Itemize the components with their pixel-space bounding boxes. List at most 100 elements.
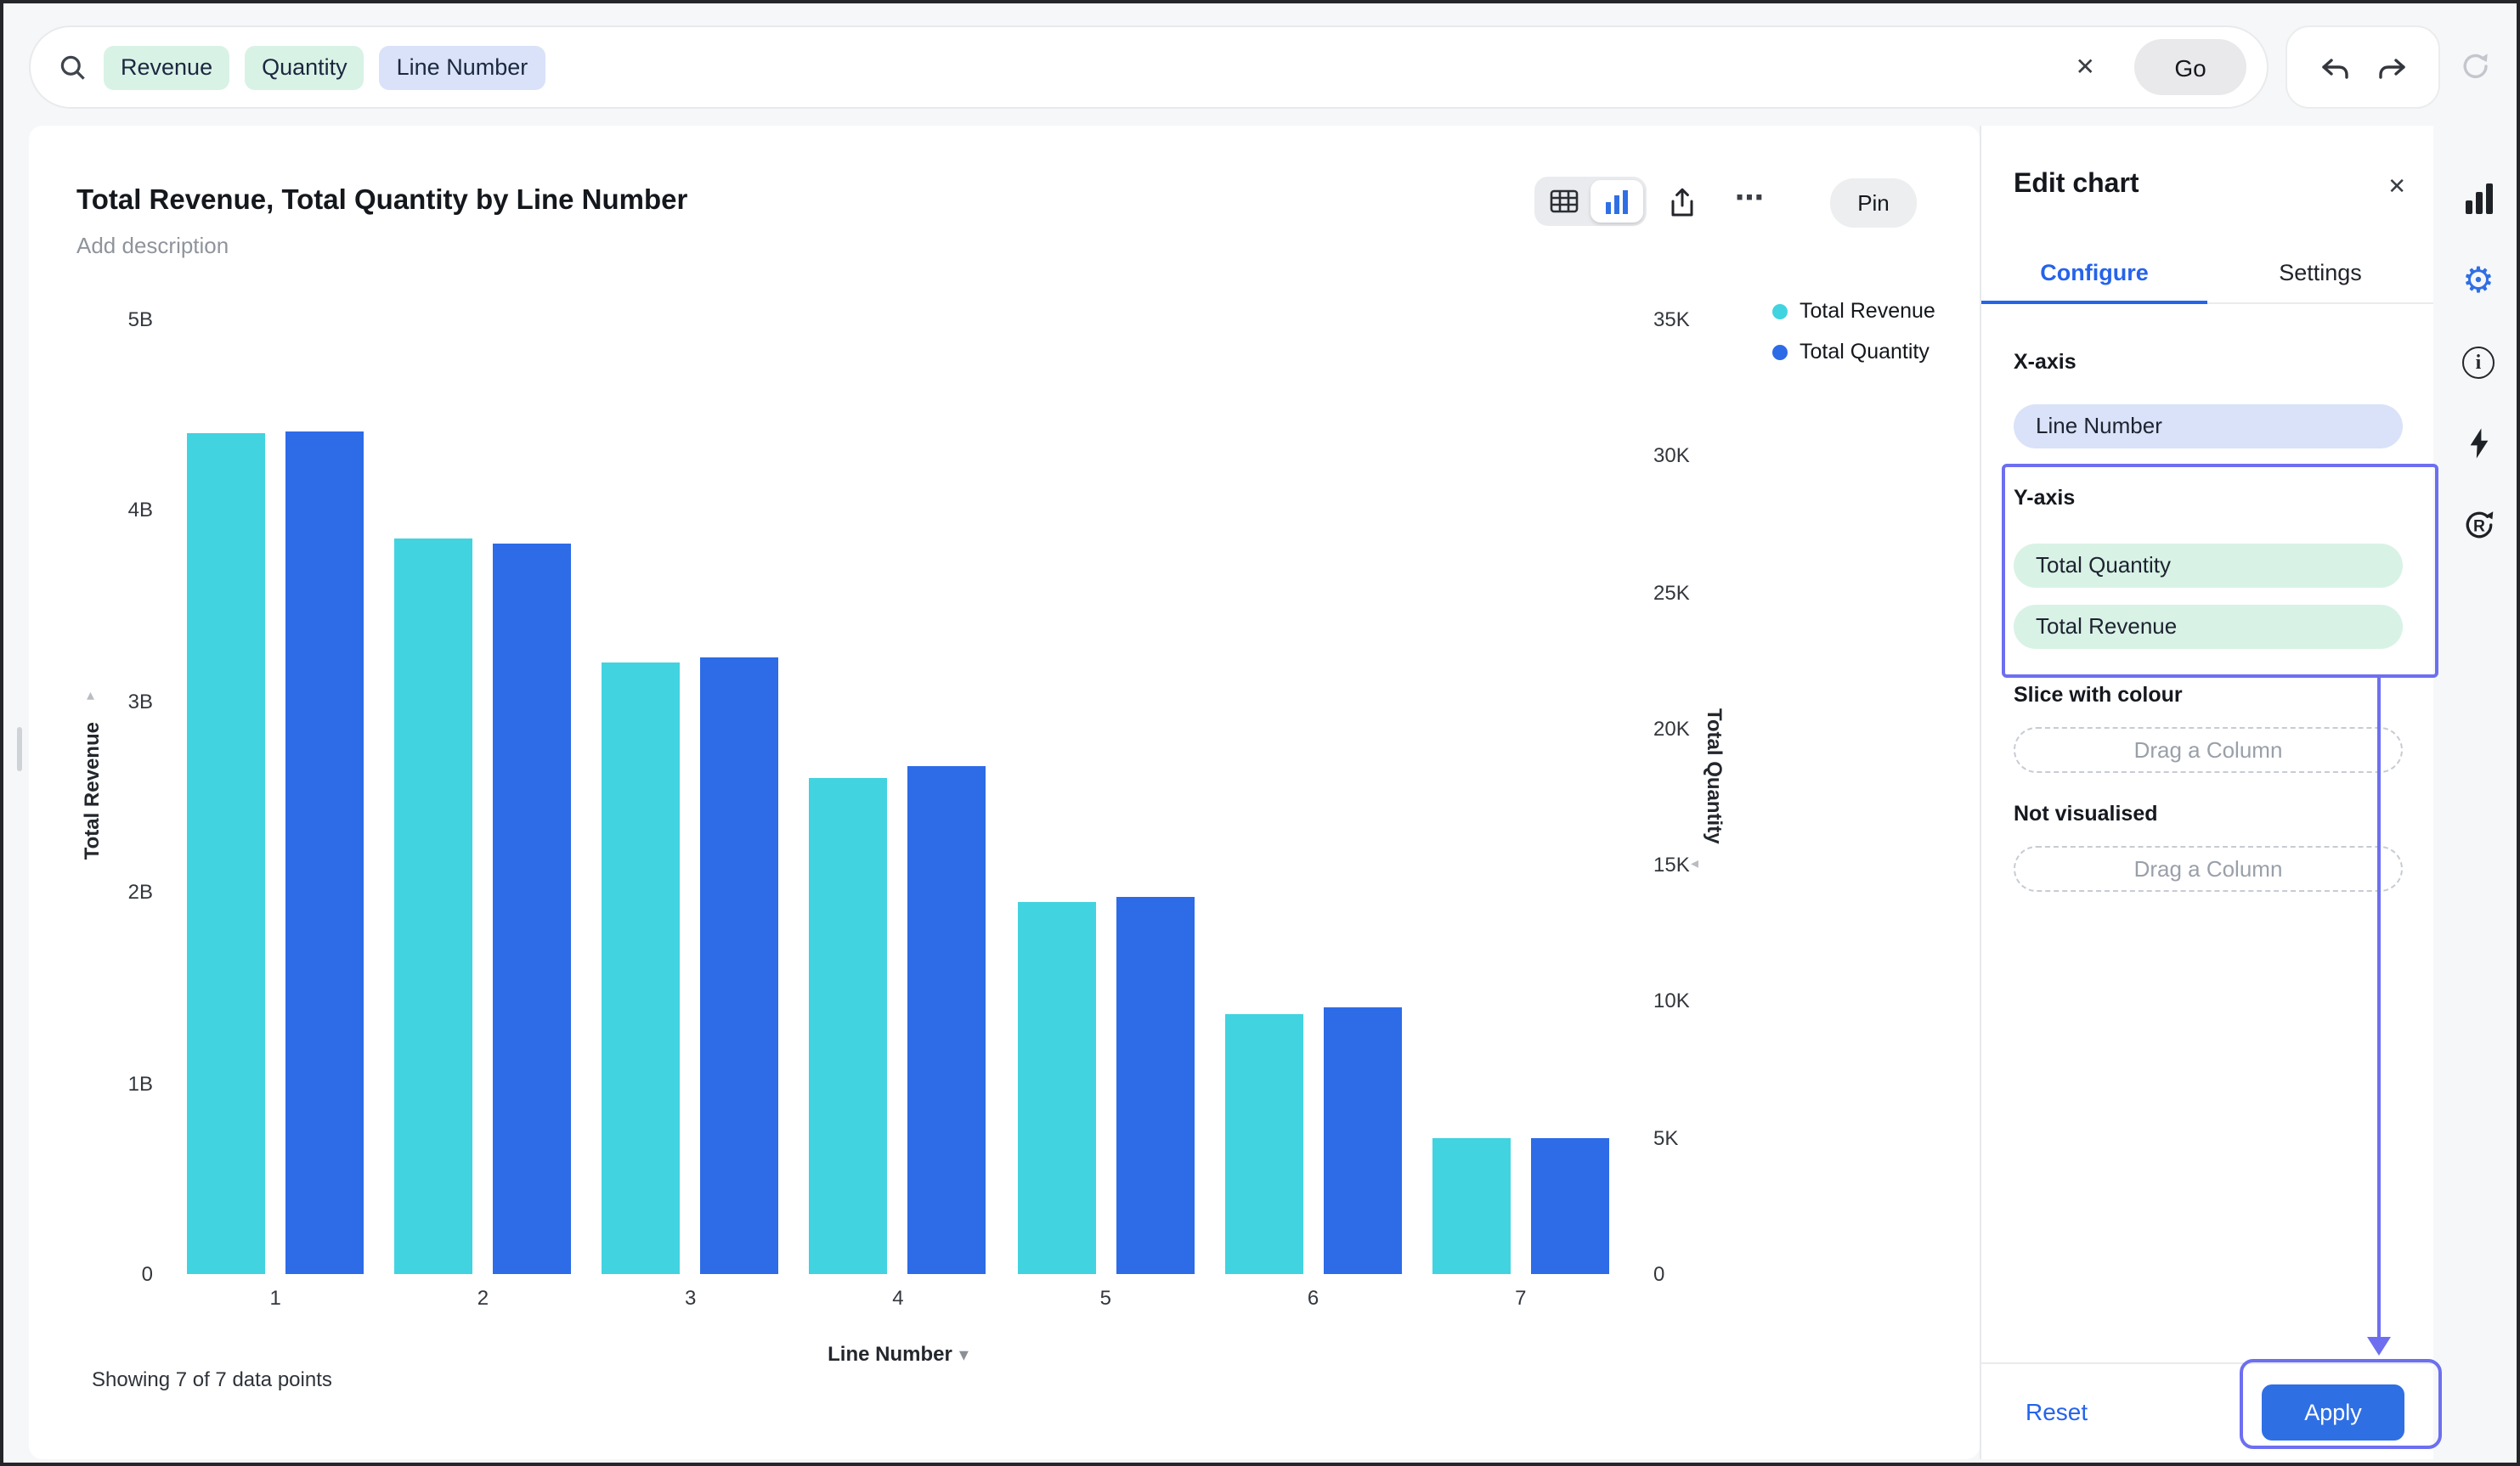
bar-total-revenue[interactable] bbox=[187, 433, 266, 1274]
reset-button[interactable]: Reset bbox=[2026, 1364, 2088, 1461]
x-tick-label: 4 bbox=[892, 1286, 904, 1310]
bar-chart-icon bbox=[1606, 189, 1628, 213]
y-axis-pill-quantity[interactable]: Total Quantity bbox=[2014, 544, 2403, 588]
x-axis-ticks: 1 2 3 4 5 6 7 bbox=[172, 1286, 1624, 1310]
panel-title: Edit chart bbox=[2014, 170, 2139, 199]
bar-total-revenue[interactable] bbox=[394, 538, 473, 1274]
y-tick-label: 15K bbox=[1653, 853, 1690, 877]
bar-group bbox=[587, 319, 794, 1274]
bar-group bbox=[379, 319, 586, 1274]
bar-total-revenue[interactable] bbox=[809, 778, 888, 1274]
y-tick-label: 5K bbox=[1653, 1126, 1679, 1150]
annotation-arrow-head bbox=[2367, 1337, 2391, 1356]
x-tick-label: 3 bbox=[685, 1286, 697, 1310]
x-axis-section-label: X-axis bbox=[2014, 350, 2076, 374]
not-visualised-section-label: Not visualised bbox=[2014, 802, 2158, 826]
clear-search-icon[interactable]: ✕ bbox=[2065, 53, 2105, 82]
y-tick-label: 20K bbox=[1653, 717, 1690, 741]
y-tick-label: 0 bbox=[141, 1262, 153, 1286]
search-token-revenue[interactable]: Revenue bbox=[104, 45, 230, 89]
tab-configure[interactable]: Configure bbox=[1981, 253, 2207, 304]
settings-gear-icon[interactable]: ⚙ bbox=[2458, 260, 2499, 301]
bar-total-quantity[interactable] bbox=[493, 544, 572, 1274]
chart-legend: Total Revenue Total Quantity bbox=[1772, 296, 1935, 367]
y-tick-label: 35K bbox=[1653, 307, 1690, 331]
bar-total-quantity[interactable] bbox=[700, 657, 779, 1274]
y-tick-label: 1B bbox=[127, 1072, 153, 1096]
search-token-line-number[interactable]: Line Number bbox=[379, 45, 545, 89]
search-icon bbox=[60, 54, 85, 79]
y-tick-label: 2B bbox=[127, 880, 153, 904]
axis-sort-icon: ▴ bbox=[87, 686, 95, 703]
y-tick-label: 5B bbox=[127, 307, 153, 331]
go-button[interactable]: Go bbox=[2134, 39, 2246, 95]
bar-group bbox=[172, 319, 379, 1274]
x-axis-pill[interactable]: Line Number bbox=[2014, 404, 2403, 448]
bar-total-quantity[interactable] bbox=[1530, 1138, 1609, 1274]
bar-total-revenue[interactable] bbox=[602, 663, 681, 1274]
legend-dot bbox=[1772, 303, 1788, 319]
x-tick-label: 1 bbox=[269, 1286, 281, 1310]
r-circle-icon[interactable]: R bbox=[2458, 505, 2499, 545]
y-tick-label: 10K bbox=[1653, 989, 1690, 1012]
search-token-quantity[interactable]: Quantity bbox=[245, 45, 364, 89]
panel-tabs: Configure Settings bbox=[1981, 253, 2433, 304]
plot-area bbox=[172, 319, 1624, 1274]
x-axis-title[interactable]: Line Number ▾ bbox=[172, 1342, 1624, 1366]
bar-total-revenue[interactable] bbox=[1224, 1014, 1303, 1274]
table-icon bbox=[1550, 189, 1579, 213]
chart-view-button[interactable] bbox=[1591, 180, 1643, 223]
bar-total-quantity[interactable] bbox=[907, 766, 986, 1274]
refresh-icon[interactable] bbox=[2459, 49, 2493, 83]
close-panel-icon[interactable]: ✕ bbox=[2387, 173, 2406, 200]
svg-text:R: R bbox=[2472, 517, 2484, 535]
bar-group bbox=[1002, 319, 1209, 1274]
right-icon-rail: ⚙ i R bbox=[2433, 126, 2517, 1463]
y-axis-left-label[interactable]: Total Revenue bbox=[80, 722, 104, 860]
bar-total-revenue[interactable] bbox=[1432, 1138, 1511, 1274]
redo-icon[interactable] bbox=[2375, 50, 2409, 84]
not-visualised-drop-zone[interactable]: Drag a Column bbox=[2014, 846, 2403, 892]
pin-button[interactable]: Pin bbox=[1830, 178, 1917, 228]
info-icon[interactable]: i bbox=[2458, 341, 2499, 382]
slice-drop-zone[interactable]: Drag a Column bbox=[2014, 727, 2403, 773]
app-root: Revenue Quantity Line Number ✕ Go Total … bbox=[0, 0, 2520, 1466]
legend-item[interactable]: Total Quantity bbox=[1772, 336, 1935, 367]
undo-redo-group bbox=[2286, 25, 2440, 109]
undo-icon[interactable] bbox=[2317, 50, 2351, 84]
y-tick-label: 30K bbox=[1653, 443, 1690, 467]
legend-item[interactable]: Total Revenue bbox=[1772, 296, 1935, 326]
x-axis-title-label: Line Number bbox=[828, 1342, 952, 1366]
y-tick-label: 4B bbox=[127, 498, 153, 522]
y-tick-label: 0 bbox=[1653, 1262, 1665, 1286]
x-tick-label: 5 bbox=[1099, 1286, 1111, 1310]
bar-total-quantity[interactable] bbox=[285, 431, 364, 1274]
table-view-button[interactable] bbox=[1538, 180, 1591, 223]
slice-section-label: Slice with colour bbox=[2014, 683, 2183, 707]
edit-chart-panel: Edit chart ✕ Configure Settings X-axis L… bbox=[1980, 126, 2442, 1461]
charts-rail-icon[interactable] bbox=[2458, 178, 2499, 219]
legend-label: Total Quantity bbox=[1800, 340, 1930, 364]
bar-group bbox=[1417, 319, 1624, 1274]
y-axis-right-label[interactable]: Total Quantity bbox=[1703, 708, 1726, 844]
bar-total-quantity[interactable] bbox=[1116, 897, 1195, 1274]
bar-group bbox=[1209, 319, 1416, 1274]
x-tick-label: 6 bbox=[1307, 1286, 1319, 1310]
legend-dot bbox=[1772, 344, 1788, 359]
tab-settings[interactable]: Settings bbox=[2207, 253, 2433, 302]
apply-button[interactable]: Apply bbox=[2262, 1384, 2404, 1441]
x-tick-label: 2 bbox=[477, 1286, 489, 1310]
lightning-icon[interactable] bbox=[2458, 423, 2499, 464]
panel-footer: Reset Apply bbox=[1981, 1359, 2442, 1461]
axis-sort-icon: ◂ bbox=[1691, 854, 1699, 871]
search-bar[interactable]: Revenue Quantity Line Number ✕ Go bbox=[29, 25, 2269, 109]
chart-card: Total Revenue, Total Quantity by Line Nu… bbox=[29, 126, 1980, 1459]
y-axis-pill-revenue[interactable]: Total Revenue bbox=[2014, 605, 2403, 649]
panel-drag-handle[interactable] bbox=[17, 727, 22, 771]
y-axis-section-label: Y-axis bbox=[2014, 486, 2076, 510]
bar-total-quantity[interactable] bbox=[1323, 1007, 1402, 1274]
annotation-arrow bbox=[2377, 678, 2381, 1340]
bar-total-revenue[interactable] bbox=[1017, 902, 1096, 1274]
y-tick-label: 25K bbox=[1653, 581, 1690, 605]
legend-label: Total Revenue bbox=[1800, 299, 1935, 323]
